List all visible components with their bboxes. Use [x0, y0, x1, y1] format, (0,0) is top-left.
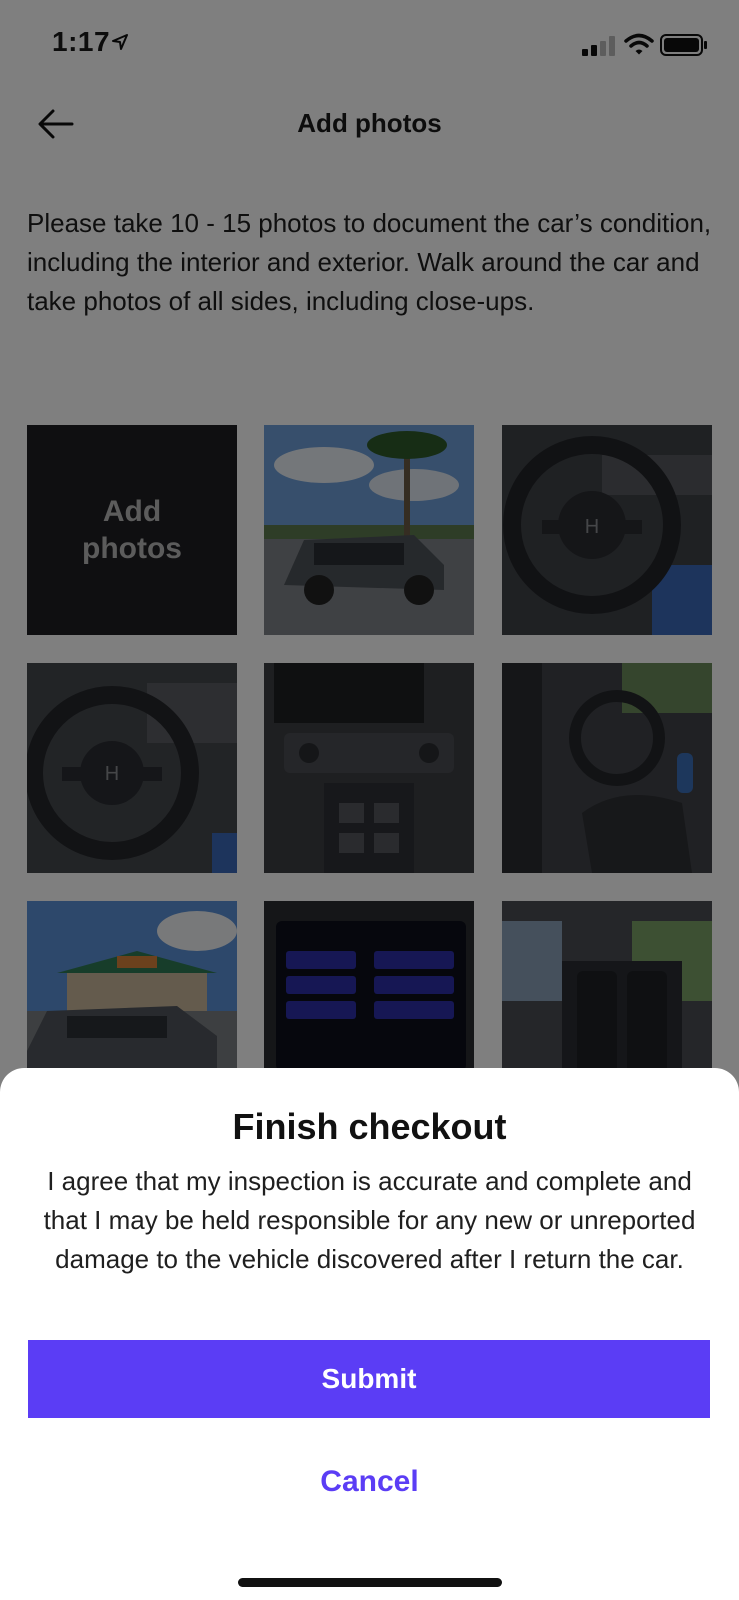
- home-indicator[interactable]: [238, 1578, 502, 1587]
- finish-checkout-sheet: Finish checkout I agree that my inspecti…: [0, 1068, 739, 1600]
- screen: 1:17 Add photos Please take 10 - 15 phot…: [0, 0, 739, 1600]
- submit-button[interactable]: Submit: [28, 1340, 710, 1418]
- sheet-title: Finish checkout: [232, 1106, 507, 1147]
- agreement-text: I agree that my inspection is accurate a…: [43, 1166, 696, 1274]
- cancel-button[interactable]: Cancel: [0, 1452, 739, 1512]
